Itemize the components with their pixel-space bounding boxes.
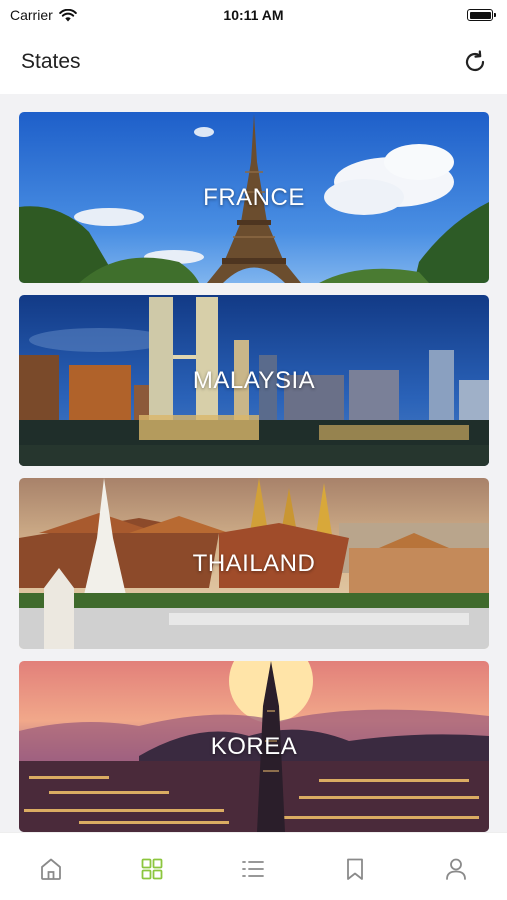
state-card-thailand[interactable]: THAILAND — [19, 478, 489, 649]
state-card-label: MALAYSIA — [192, 366, 316, 394]
status-left: Carrier — [10, 7, 77, 23]
state-card-korea[interactable]: KOREA — [19, 661, 489, 832]
tab-list[interactable] — [233, 855, 273, 883]
refresh-icon — [465, 50, 485, 72]
state-card-label: KOREA — [210, 732, 298, 760]
states-list: FRANCE MALAYSIA THAILAND KOREA — [0, 94, 507, 832]
status-bar: Carrier 10:11 AM — [0, 0, 507, 30]
battery-level — [469, 11, 491, 19]
carrier-label: Carrier — [10, 7, 53, 23]
tab-home[interactable] — [31, 855, 71, 883]
tab-grid[interactable] — [132, 855, 172, 883]
page-title: States — [21, 50, 81, 73]
tab-profile[interactable] — [436, 855, 476, 883]
home-icon — [40, 858, 61, 880]
profile-icon — [446, 858, 467, 880]
header: States — [0, 30, 507, 94]
state-card-label: FRANCE — [203, 183, 305, 211]
bookmark-icon — [346, 858, 363, 880]
battery-icon — [467, 9, 496, 21]
state-card-label: THAILAND — [192, 549, 316, 577]
tab-bookmark[interactable] — [335, 855, 375, 883]
state-card-france[interactable]: FRANCE — [19, 112, 489, 283]
list-icon — [242, 861, 265, 877]
state-card-malaysia[interactable]: MALAYSIA — [19, 295, 489, 466]
grid-icon — [141, 858, 163, 880]
wifi-icon — [58, 8, 77, 21]
tab-bar — [0, 832, 507, 900]
refresh-button[interactable] — [461, 48, 489, 76]
